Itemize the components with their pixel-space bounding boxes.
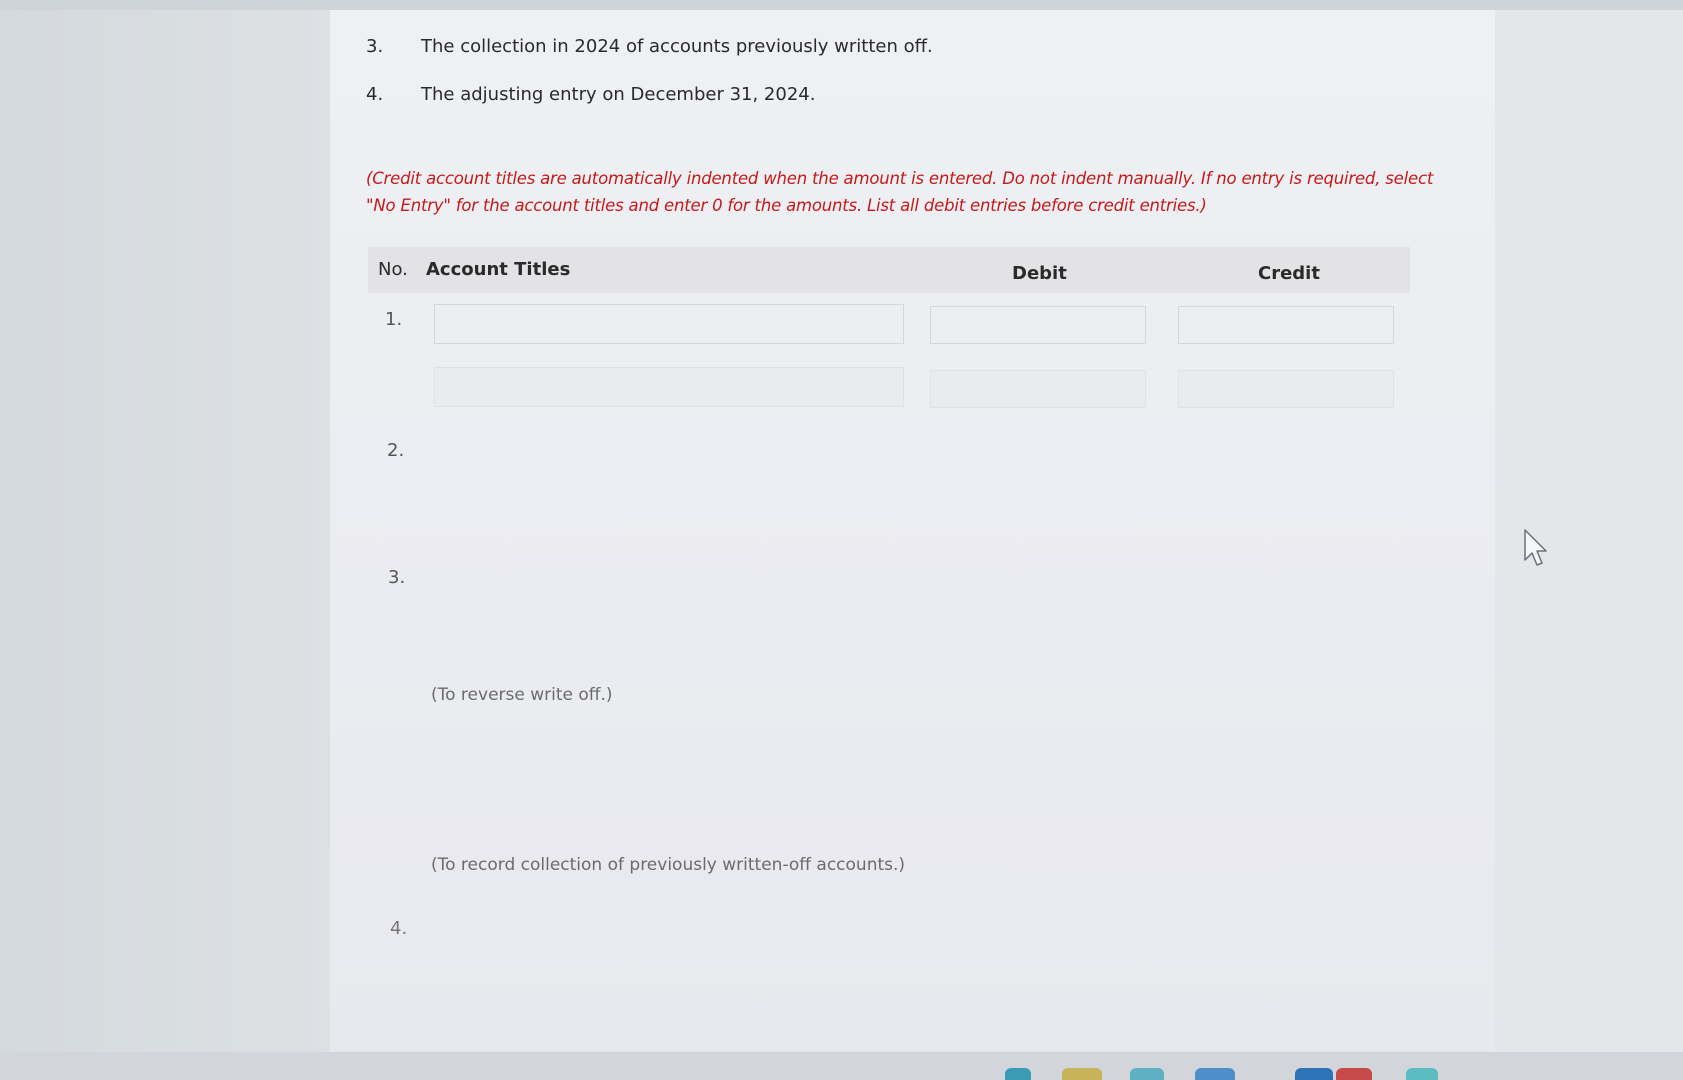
header-account-titles: Account Titles — [426, 259, 571, 280]
header-no: No. — [378, 259, 408, 280]
debit-input-1a[interactable] — [930, 306, 1146, 344]
taskbar-app-icon[interactable] — [1062, 1068, 1102, 1080]
question-number: 3. — [366, 36, 384, 57]
question-text: The adjusting entry on December 31, 2024… — [421, 84, 816, 105]
account-title-input-1b[interactable] — [434, 367, 904, 407]
account-title-input-1a[interactable] — [434, 304, 904, 344]
taskbar-app-icon[interactable] — [1336, 1068, 1372, 1080]
header-credit: Credit — [1258, 263, 1320, 284]
question-text: The collection in 2024 of accounts previ… — [421, 36, 933, 57]
entry-number-4: 4. — [390, 918, 408, 939]
header-debit: Debit — [1012, 263, 1067, 284]
taskbar-app-icon[interactable] — [1295, 1068, 1333, 1080]
note-record-collection: (To record collection of previously writ… — [431, 855, 906, 875]
debit-input-1b[interactable] — [930, 370, 1146, 408]
instructions-text: (Credit account titles are automatically… — [366, 169, 1434, 215]
note-reverse-write-off: (To reverse write off.) — [431, 685, 613, 705]
table-header: No. Account Titles Debit Credit — [368, 247, 1410, 293]
entry-number-1: 1. — [385, 309, 403, 330]
question-page: 3. The collection in 2024 of accounts pr… — [330, 10, 1495, 1050]
taskbar-app-icon[interactable] — [1130, 1068, 1164, 1080]
top-strip — [0, 0, 1683, 10]
taskbar-app-icon[interactable] — [1406, 1068, 1438, 1080]
taskbar-app-icon[interactable] — [1005, 1068, 1031, 1080]
credit-input-1b[interactable] — [1178, 370, 1394, 408]
taskbar-app-icon[interactable] — [1195, 1068, 1235, 1080]
question-number: 4. — [366, 84, 384, 105]
credit-input-1a[interactable] — [1178, 306, 1394, 344]
mouse-cursor-icon — [1524, 529, 1547, 566]
entry-number-3: 3. — [388, 567, 406, 588]
entry-number-2: 2. — [387, 440, 405, 461]
left-margin — [0, 0, 330, 1080]
